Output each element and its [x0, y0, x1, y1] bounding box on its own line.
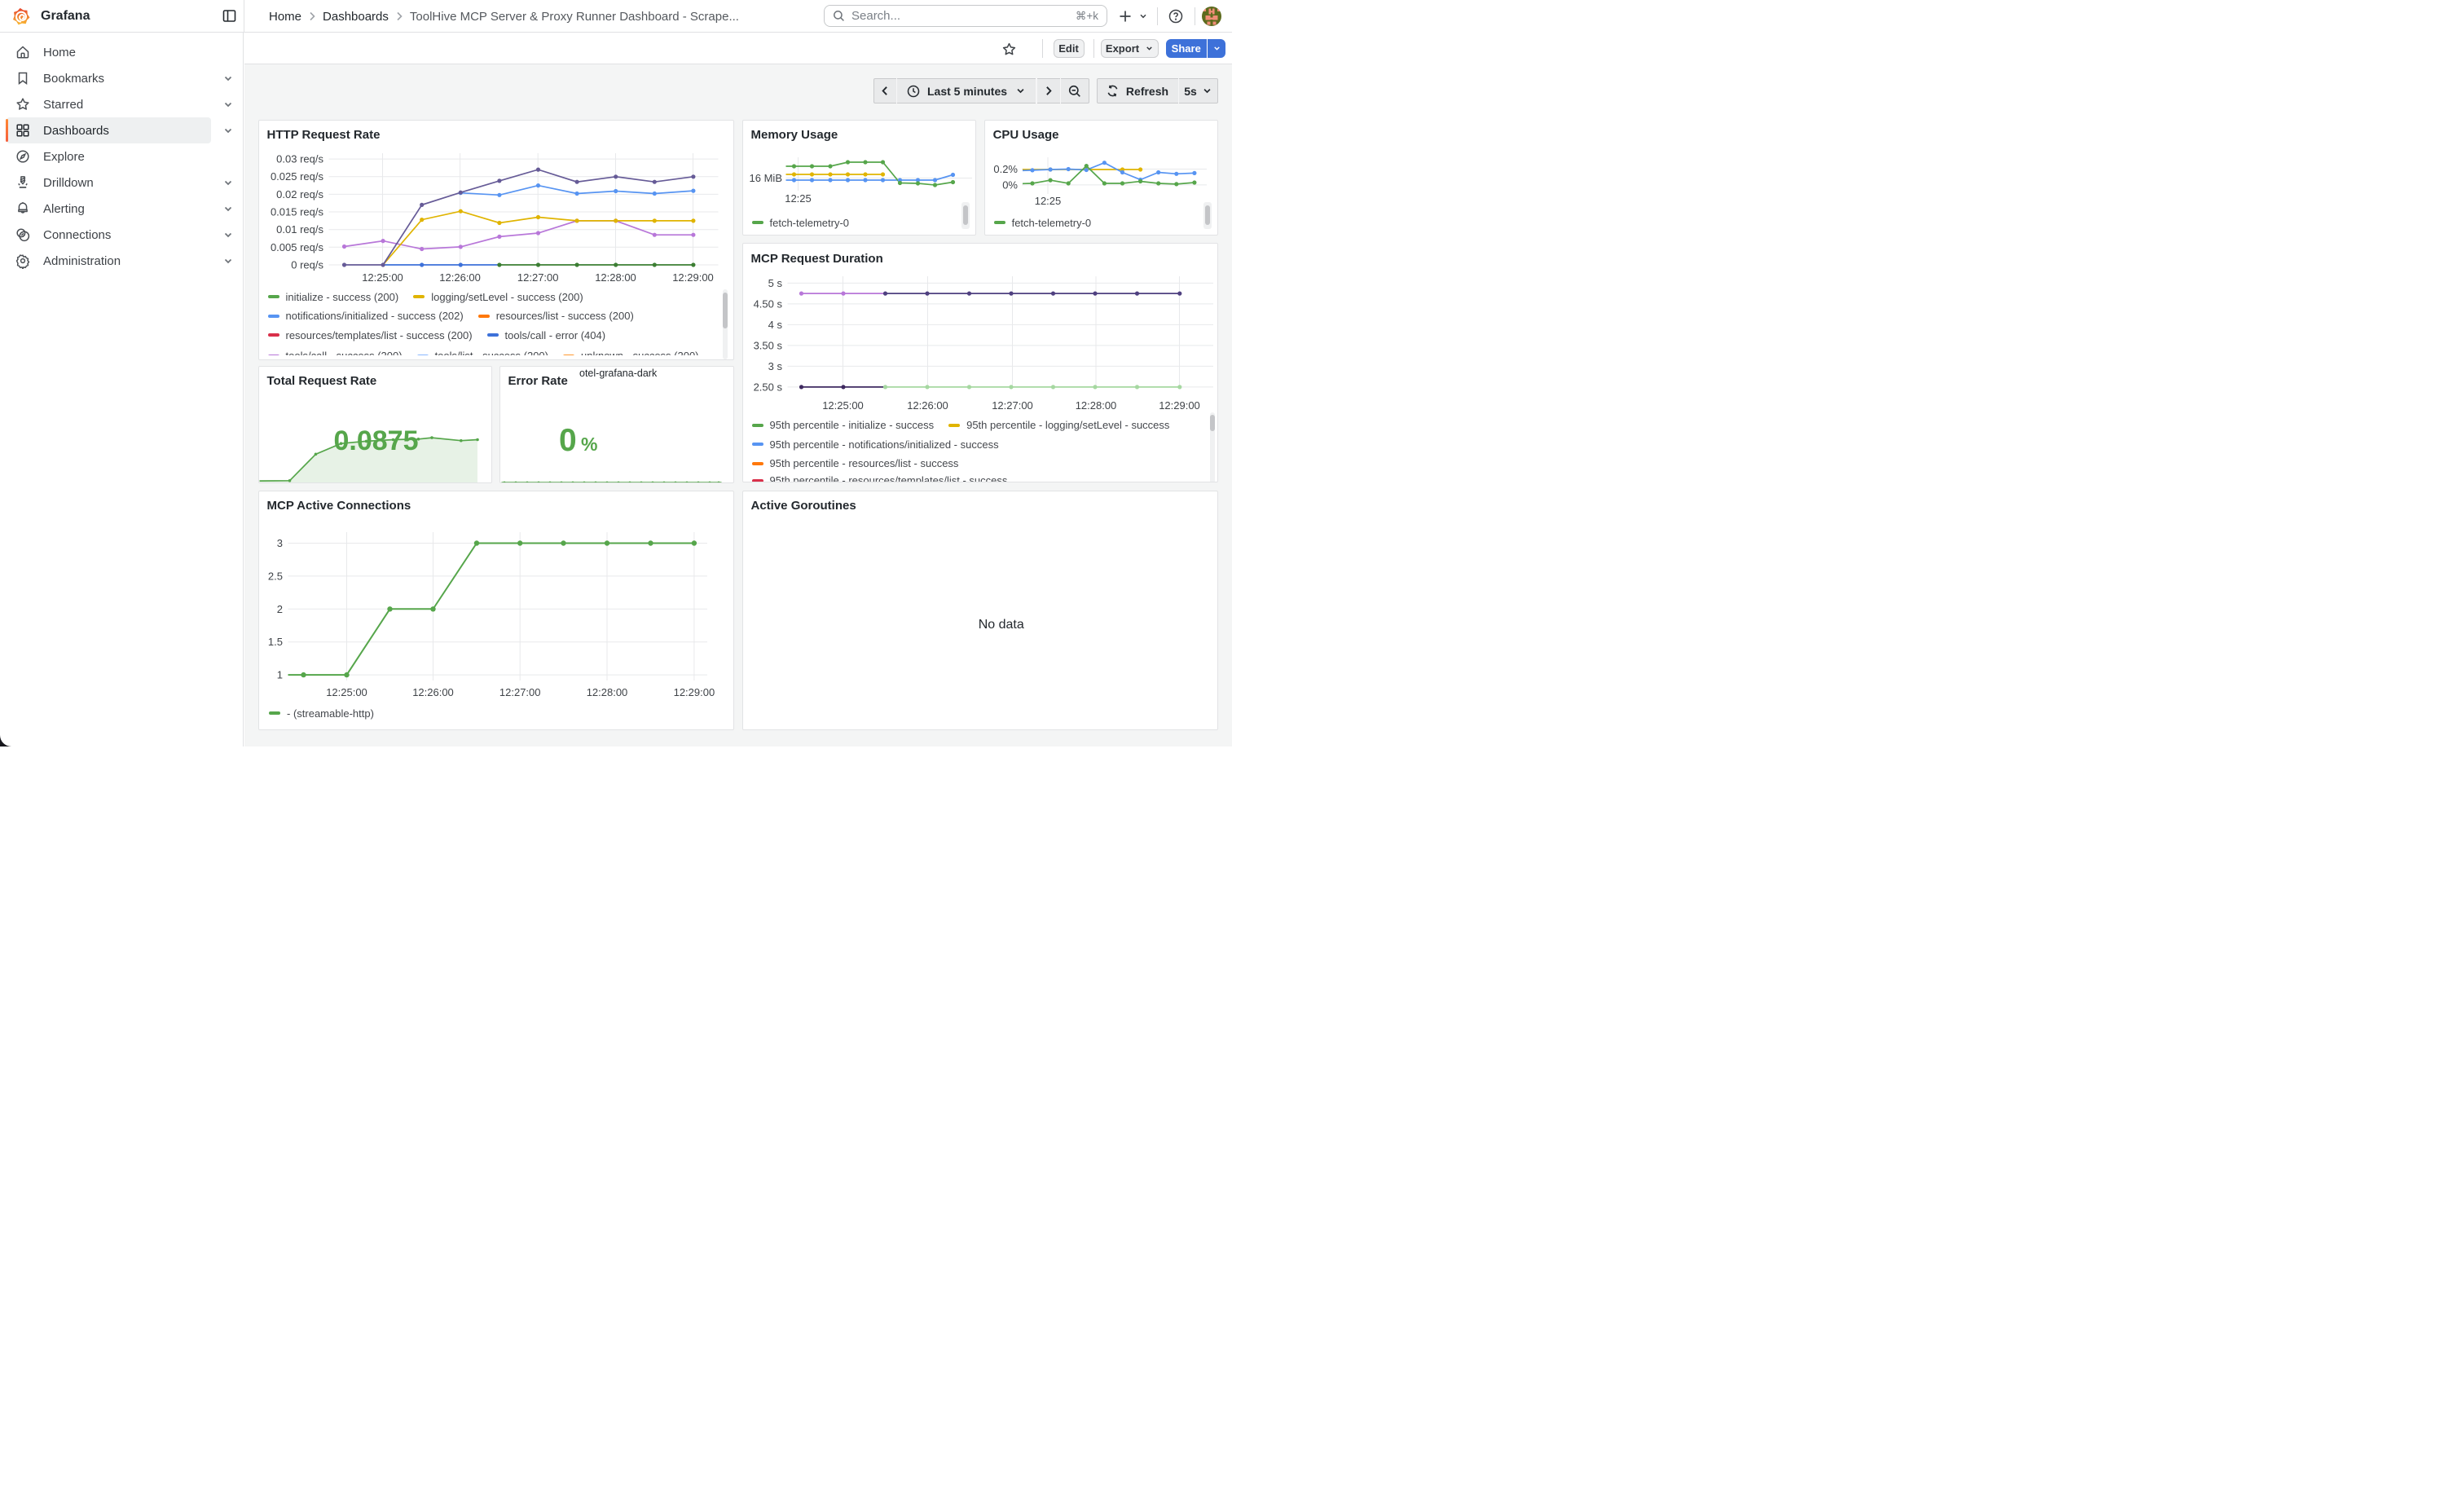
svg-text:3.50 s: 3.50 s [753, 340, 782, 352]
svg-text:2.5: 2.5 [267, 570, 282, 582]
svg-text:0.025 req/s: 0.025 req/s [270, 170, 323, 183]
svg-text:12:26:00: 12:26:00 [439, 271, 481, 284]
svg-text:12:28:00: 12:28:00 [595, 271, 636, 284]
svg-text:12:26:00: 12:26:00 [907, 399, 948, 412]
svg-text:0.015 req/s: 0.015 req/s [270, 205, 323, 218]
svg-text:12:28:00: 12:28:00 [1075, 399, 1116, 412]
svg-text:12:29:00: 12:29:00 [673, 686, 715, 698]
svg-text:12:28:00: 12:28:00 [586, 686, 627, 698]
svg-text:12:26:00: 12:26:00 [412, 686, 454, 698]
svg-text:12:29:00: 12:29:00 [672, 271, 714, 284]
svg-text:0.005 req/s: 0.005 req/s [270, 240, 323, 253]
svg-text:3 s: 3 s [768, 360, 782, 372]
svg-text:2: 2 [276, 602, 282, 614]
svg-text:12:25:00: 12:25:00 [326, 686, 367, 698]
svg-text:0.03 req/s: 0.03 req/s [276, 152, 323, 165]
svg-text:0.2%: 0.2% [993, 163, 1018, 175]
svg-text:1.5: 1.5 [267, 636, 282, 648]
svg-text:12:25: 12:25 [785, 192, 812, 205]
svg-text:0 req/s: 0 req/s [291, 258, 323, 271]
svg-text:2.50 s: 2.50 s [753, 381, 782, 394]
svg-text:12:27:00: 12:27:00 [499, 686, 540, 698]
svg-text:4 s: 4 s [768, 319, 782, 331]
svg-text:0%: 0% [1002, 178, 1018, 191]
svg-text:12:25: 12:25 [1034, 195, 1061, 207]
svg-text:0: 0 [559, 423, 577, 458]
svg-text:0.02 req/s: 0.02 req/s [276, 187, 323, 200]
svg-text:0.0875: 0.0875 [333, 425, 418, 456]
svg-text:12:27:00: 12:27:00 [517, 271, 558, 284]
svg-text:16 MiB: 16 MiB [749, 172, 781, 184]
svg-text:5 s: 5 s [768, 277, 782, 289]
svg-text:4.50 s: 4.50 s [753, 298, 782, 310]
svg-text:%: % [581, 434, 597, 455]
svg-text:12:29:00: 12:29:00 [1159, 399, 1200, 412]
svg-text:12:25:00: 12:25:00 [822, 399, 864, 412]
svg-text:0.01 req/s: 0.01 req/s [276, 223, 323, 236]
svg-text:3: 3 [276, 537, 282, 549]
svg-text:12:27:00: 12:27:00 [992, 399, 1033, 412]
svg-text:12:25:00: 12:25:00 [362, 271, 403, 284]
svg-text:1: 1 [276, 668, 282, 680]
